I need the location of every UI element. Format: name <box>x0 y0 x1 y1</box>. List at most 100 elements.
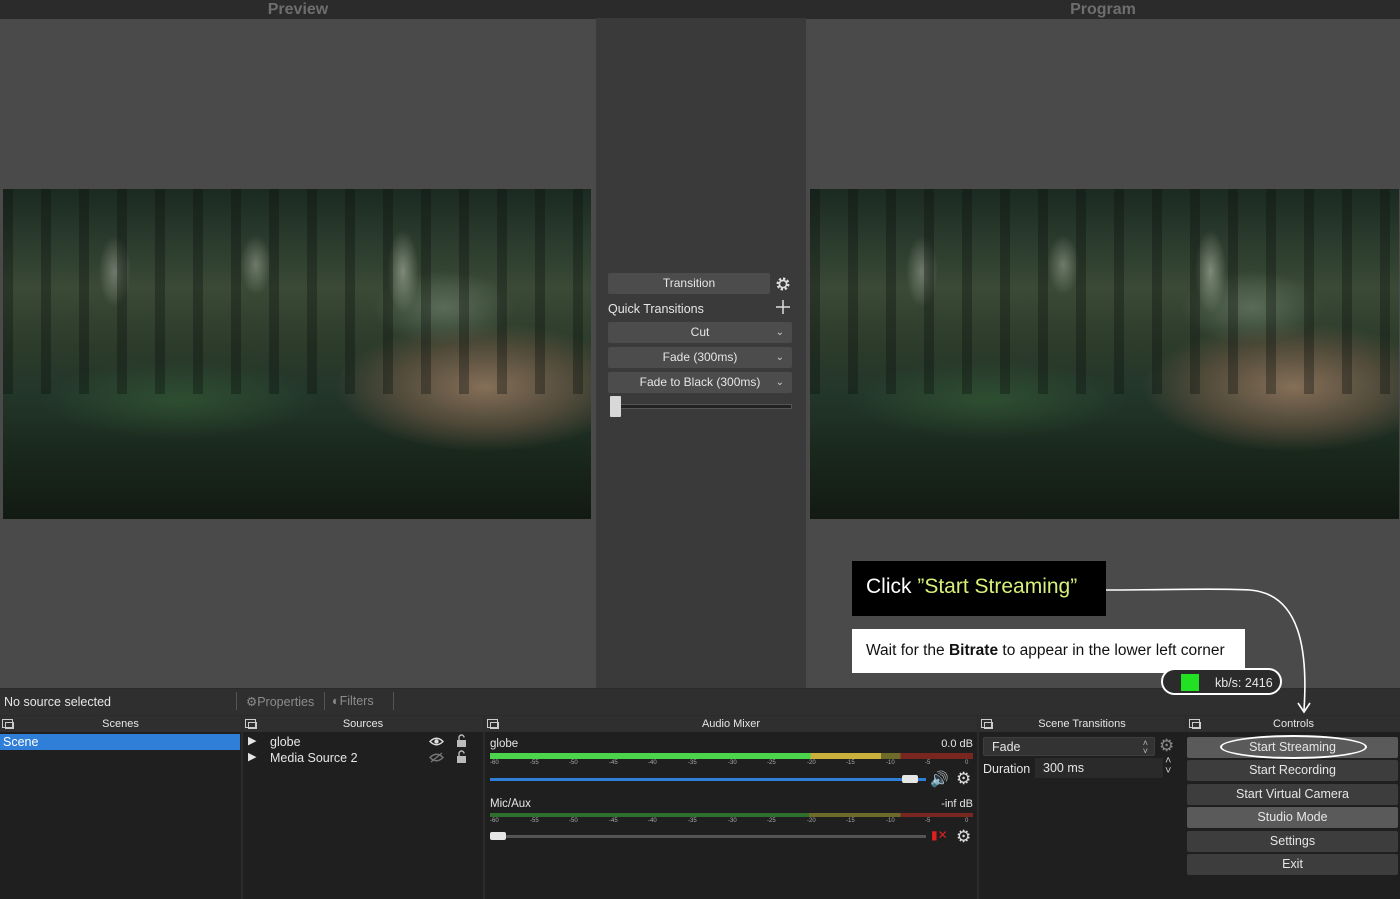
eye-hidden-icon[interactable] <box>429 752 444 763</box>
meter-tick-label: -45 <box>609 818 618 824</box>
filters-label: Filters <box>339 694 374 708</box>
settings-button[interactable]: Settings <box>1187 831 1398 852</box>
eye-icon[interactable] <box>429 736 444 747</box>
unlock-icon[interactable] <box>456 734 467 748</box>
source-item[interactable]: ▶ globe <box>243 734 483 750</box>
meter-tick-label: -55 <box>530 760 539 766</box>
gear-icon[interactable]: ⚙ <box>956 827 971 847</box>
sources-list: ▶ globe ▶ Media Source 2 <box>243 732 483 899</box>
volume-slider-handle[interactable] <box>902 775 918 783</box>
meter-tick-label: -5 <box>925 818 931 824</box>
scene-item-label: Scene <box>3 735 39 749</box>
meter-tick-label: -30 <box>728 818 737 824</box>
play-icon[interactable]: ▶ <box>248 750 256 763</box>
meter-tick-label: -40 <box>648 760 657 766</box>
audio-mixer-dock-title: Audio Mixer <box>485 716 977 732</box>
meter-tick-label: -45 <box>609 760 618 766</box>
divider <box>236 692 237 710</box>
channel-name: globe <box>490 738 519 750</box>
meter-tick-label: 0 <box>965 760 969 766</box>
source-item[interactable]: ▶ Media Source 2 <box>243 750 483 766</box>
audio-mixer-title: Audio Mixer <box>701 718 761 730</box>
meter-tick-label: 0 <box>965 818 969 824</box>
meter-tick-label: -20 <box>807 760 816 766</box>
instruction-callout: Click ”Start Streaming” <box>852 561 1106 616</box>
source-item-label: Media Source 2 <box>270 751 358 765</box>
channel-name: Mic/Aux <box>490 798 531 810</box>
quick-transition-fade-to-black[interactable]: Fade to Black (300ms) ⌄ <box>608 372 792 393</box>
duration-stepper[interactable]: ˄ ˅ <box>1165 756 1171 777</box>
volume-slider-track <box>490 835 926 838</box>
preview-pane[interactable] <box>0 19 596 688</box>
gear-icon[interactable] <box>775 276 791 292</box>
scenes-list: Scene <box>0 732 241 899</box>
quick-transition-label: Fade (300ms) <box>662 350 738 364</box>
filters-button[interactable]: ◐Filters <box>332 694 374 708</box>
duration-value: 300 ms <box>1043 761 1084 775</box>
channel-db: -inf dB <box>941 798 973 810</box>
quick-transition-label: Fade to Black (300ms) <box>639 375 761 389</box>
meter-tick-label: -50 <box>569 818 578 824</box>
duration-label: Duration <box>983 762 1031 776</box>
gear-icon: ⚙ <box>246 695 258 709</box>
volume-slider-track <box>490 778 926 781</box>
speaker-icon[interactable]: 🔊 <box>930 770 949 788</box>
scenes-dock-title: Scenes <box>0 716 241 732</box>
tbar-track <box>610 404 792 409</box>
scenes-title: Scenes <box>102 718 139 730</box>
filter-icon: ◐ <box>332 694 340 708</box>
meter-ticks: -60 -55 -50 -45 -40 -35 -30 -25 -20 -15 -10 -5 0 <box>490 760 973 768</box>
undock-icon[interactable] <box>487 719 499 729</box>
undock-icon[interactable] <box>981 719 993 729</box>
quick-transition-label: Cut <box>690 325 710 339</box>
no-source-label: No source selected <box>4 695 112 709</box>
transition-select[interactable]: Fade ˄ ˅ <box>983 737 1155 756</box>
start-virtual-camera-button[interactable]: Start Virtual Camera <box>1187 784 1398 805</box>
gear-icon[interactable]: ⚙ <box>956 769 971 789</box>
undock-icon[interactable] <box>2 719 14 729</box>
meter-tick-label: -25 <box>767 818 776 824</box>
sources-dock-title: Sources <box>243 716 483 732</box>
transition-button[interactable]: Transition <box>608 273 770 294</box>
muted-speaker-icon[interactable]: ▮✕ <box>931 828 948 842</box>
plus-icon[interactable] <box>776 300 790 314</box>
scene-item[interactable]: Scene <box>0 734 240 750</box>
volume-meter <box>490 753 973 759</box>
properties-button[interactable]: ⚙Properties <box>246 694 314 709</box>
audio-mixer: globe 0.0 dB -60 -55 -50 -45 -40 -35 -30 -25 -20… <box>485 732 977 899</box>
volume-slider-handle[interactable] <box>490 832 506 840</box>
meter-tick-label: -40 <box>648 818 657 824</box>
meter-tick-label: -10 <box>886 818 895 824</box>
gear-icon[interactable]: ⚙ <box>1159 736 1174 756</box>
quick-transitions-label: Quick Transitions <box>608 302 704 316</box>
program-video <box>810 189 1399 519</box>
transition-select-value: Fade <box>992 740 1021 754</box>
callout-prefix: Click <box>866 575 918 598</box>
source-item-label: globe <box>270 735 301 749</box>
hint-bold: Bitrate <box>948 642 999 659</box>
start-recording-button[interactable]: Start Recording <box>1187 760 1398 781</box>
quick-transition-cut[interactable]: Cut ⌄ <box>608 322 792 343</box>
play-icon[interactable]: ▶ <box>248 734 256 747</box>
exit-button[interactable]: Exit <box>1187 854 1398 875</box>
unlock-icon[interactable] <box>456 750 467 764</box>
scene-transitions: Fade ˄ ˅ ⚙ Duration 300 ms ˄ ˅ <box>979 732 1185 899</box>
meter-ticks: -60 -55 -50 -45 -40 -35 -30 -25 -20 -15 -10 -5 0 <box>490 818 973 826</box>
meter-tick-label: -35 <box>688 760 697 766</box>
properties-label: Properties <box>257 695 315 709</box>
channel-db: 0.0 dB <box>941 738 973 750</box>
callout-highlight: ”Start Streaming” <box>917 575 1078 598</box>
meter-tick-label: -55 <box>530 818 539 824</box>
volume-meter-level <box>490 753 882 759</box>
meter-tick-label: -25 <box>767 760 776 766</box>
meter-tick-label: -15 <box>846 818 855 824</box>
tbar-handle[interactable] <box>610 396 621 417</box>
undock-icon[interactable] <box>245 719 257 729</box>
preview-title: Preview <box>267 1 329 18</box>
quick-transition-fade[interactable]: Fade (300ms) ⌄ <box>608 347 792 368</box>
meter-tick-label: -30 <box>728 760 737 766</box>
duration-input[interactable]: 300 ms <box>1035 758 1163 778</box>
studio-mode-button[interactable]: Studio Mode <box>1187 807 1398 828</box>
undock-icon[interactable] <box>1189 719 1201 729</box>
meter-tick-label: -50 <box>569 760 578 766</box>
